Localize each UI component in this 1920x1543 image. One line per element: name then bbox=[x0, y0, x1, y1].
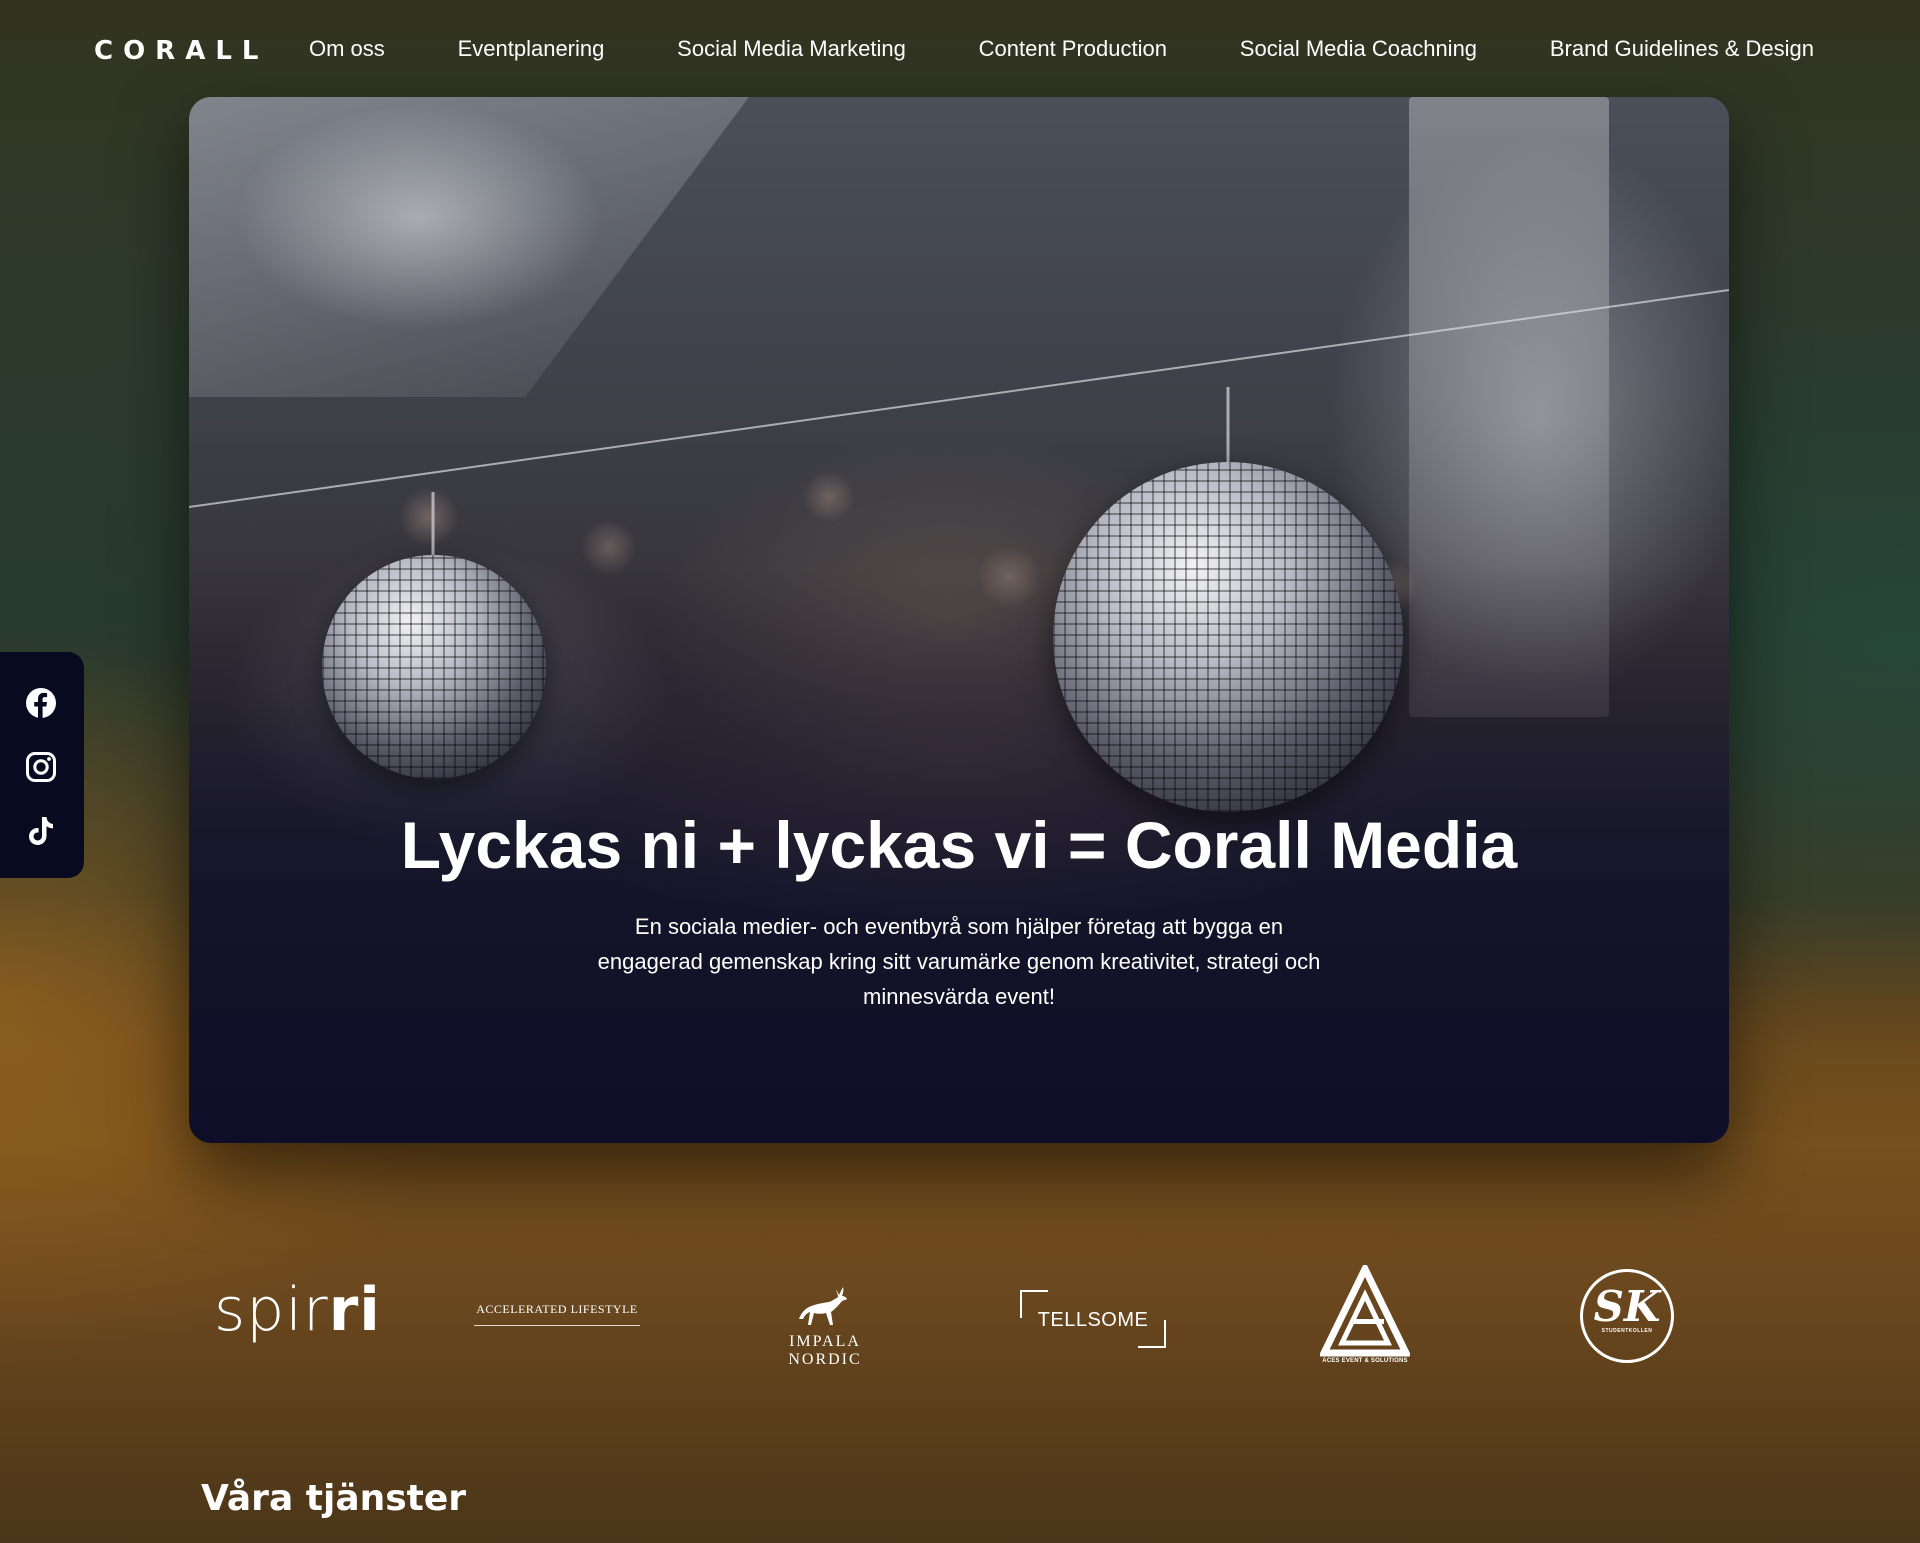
spirri-logo-text-bold: ri bbox=[328, 1275, 381, 1345]
client-logo-aces: ACES EVENT & SOLUTIONS bbox=[1318, 1265, 1412, 1364]
nav-link-content-production[interactable]: Content Production bbox=[979, 36, 1167, 62]
nav-link-brand-guidelines[interactable]: Brand Guidelines & Design bbox=[1550, 36, 1814, 62]
facebook-icon[interactable] bbox=[24, 686, 58, 720]
spirri-logo-text-thin: spir bbox=[214, 1275, 329, 1345]
top-navigation: CORALL Om oss Eventplanering Social Medi… bbox=[0, 0, 1920, 100]
sk-mark: SK bbox=[1593, 1282, 1661, 1331]
client-logo-impala-nordic: IMPALA NORDIC bbox=[756, 1285, 894, 1369]
tiktok-icon[interactable] bbox=[24, 814, 58, 848]
nav-menu: Om oss Eventplanering Social Media Marke… bbox=[309, 36, 1814, 62]
client-logos-row: spirri ACCELERATED LIFESTYLE IMPALA NORD… bbox=[0, 1255, 1920, 1385]
hero-title: Lyckas ni + lyckas vi = Corall Media bbox=[400, 808, 1518, 882]
tellsome-corner-bottom-right bbox=[1138, 1320, 1166, 1348]
accelerated-lifestyle-rule bbox=[474, 1325, 640, 1326]
client-logo-accelerated-lifestyle: ACCELERATED LIFESTYLE bbox=[474, 1302, 640, 1326]
nav-link-eventplanering[interactable]: Eventplanering bbox=[458, 36, 605, 62]
social-sidebar bbox=[0, 652, 84, 878]
impala-nordic-text: IMPALA NORDIC bbox=[788, 1333, 862, 1368]
section-title-vara-tjanster: Våra tjänster bbox=[201, 1478, 467, 1519]
disco-ball-small bbox=[322, 555, 546, 779]
aces-text: ACES EVENT & SOLUTIONS bbox=[1322, 1358, 1408, 1364]
hero-banner: Lyckas ni + lyckas vi = Corall Media En … bbox=[189, 97, 1729, 1143]
client-logo-tellsome: TELLSOME bbox=[1020, 1290, 1166, 1348]
accelerated-lifestyle-text: ACCELERATED LIFESTYLE bbox=[476, 1302, 638, 1316]
nav-link-social-media-coachning[interactable]: Social Media Coachning bbox=[1240, 36, 1477, 62]
aces-triangle-icon bbox=[1320, 1265, 1410, 1357]
hero-subtitle: En sociala medier- och eventbyrå som hjä… bbox=[597, 914, 1321, 1009]
disco-ball-large bbox=[1053, 462, 1403, 812]
instagram-icon[interactable] bbox=[24, 750, 58, 784]
client-logo-studentkollen: SK STUDENTKOLLEN bbox=[1580, 1269, 1674, 1363]
impala-icon bbox=[799, 1287, 847, 1325]
corall-logo[interactable]: CORALL bbox=[94, 36, 268, 66]
nav-link-social-media-marketing[interactable]: Social Media Marketing bbox=[677, 36, 906, 62]
client-logo-spirri: spirri bbox=[214, 1275, 381, 1345]
nav-link-om-oss[interactable]: Om oss bbox=[309, 36, 385, 62]
